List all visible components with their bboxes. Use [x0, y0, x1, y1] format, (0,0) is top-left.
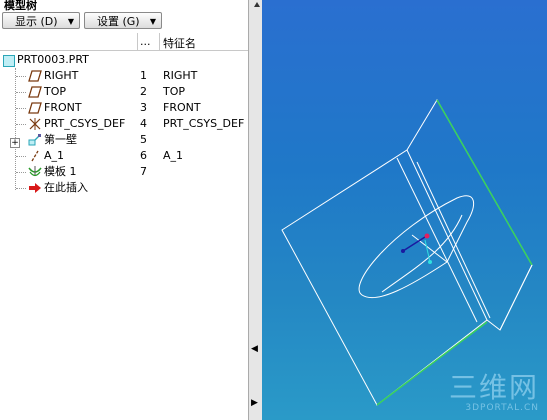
tree-item-label: 模板 1 [44, 165, 77, 178]
tree-item-label: 第一壁 [44, 133, 77, 146]
tree-item-number: 1 [140, 69, 147, 82]
graphics-viewport[interactable]: 三维网 3DPORTAL.CN [262, 0, 547, 420]
tree-item-insert-here[interactable]: 在此插入 [0, 180, 248, 196]
column-divider[interactable] [137, 33, 138, 50]
part-icon [3, 55, 15, 67]
tree-item-label: 在此插入 [44, 181, 88, 194]
tree-item-feature: FRONT [163, 101, 201, 114]
column-divider[interactable] [159, 33, 160, 50]
tree-item-label: A_1 [44, 149, 65, 162]
tree-item-feature: RIGHT [163, 69, 198, 82]
show-button-label: 显示 (D) [15, 15, 58, 28]
sheetmetal-model [281, 99, 533, 406]
tree-item-front[interactable]: FRONT 3 FRONT [0, 100, 248, 116]
tree-item-number: 4 [140, 117, 147, 130]
tree-item-a1[interactable]: A_1 6 A_1 [0, 148, 248, 164]
show-button[interactable]: 显示 (D) ▼ [2, 12, 80, 29]
model-tree-panel: 模型树 显示 (D) ▼ 设置 (G) ▼ ... 特征名 PRT0003.PR… [0, 0, 249, 420]
settings-button[interactable]: 设置 (G) ▼ [84, 12, 162, 29]
tree-item-feature: A_1 [163, 149, 184, 162]
insert-here-arrow-icon [29, 183, 41, 193]
tree-item-right[interactable]: RIGHT 1 RIGHT [0, 68, 248, 84]
panel-splitter[interactable] [248, 0, 263, 420]
tree-item-feature: TOP [163, 85, 186, 98]
column-dots[interactable]: ... [140, 35, 151, 48]
axis-icon [31, 150, 39, 162]
tree-item-first-wall[interactable]: 第一壁 5 [0, 132, 248, 148]
tree-item-number: 5 [140, 133, 147, 146]
watermark-text: 三维网 [448, 371, 539, 404]
tree-item-number: 6 [140, 149, 147, 162]
tree-item-label: FRONT [44, 101, 82, 114]
datum-plane-icon [28, 102, 42, 114]
csys-icon [29, 118, 41, 130]
datum-plane-icon [28, 70, 42, 82]
tree-item-top[interactable]: TOP 2 TOP [0, 84, 248, 100]
column-header: ... 特征名 [0, 33, 248, 51]
settings-button-label: 设置 (G) [97, 15, 140, 28]
tree-item-number: 3 [140, 101, 147, 114]
tree-item-label: RIGHT [44, 69, 79, 82]
chevron-down-icon: ▼ [149, 17, 156, 26]
tree-root[interactable]: PRT0003.PRT [17, 52, 89, 68]
collapse-right-icon[interactable]: ▶ [251, 398, 258, 408]
tree-item-csys[interactable]: PRT_CSYS_DEF 4 PRT_CSYS_DEF [0, 116, 248, 132]
tree-item-form[interactable]: 模板 1 7 [0, 164, 248, 180]
datum-plane-icon [28, 86, 42, 98]
tree-item-number: 7 [140, 165, 147, 178]
watermark: 三维网 3DPORTAL.CN [449, 366, 539, 413]
collapse-left-icon[interactable]: ◀ [251, 344, 258, 354]
column-feature-name[interactable]: 特征名 [163, 35, 196, 51]
form-icon [28, 166, 42, 177]
chevron-down-icon: ▼ [67, 17, 74, 26]
first-wall-icon [28, 134, 41, 146]
tree-item-label: TOP [44, 85, 67, 98]
tree-item-number: 2 [140, 85, 147, 98]
scroll-up-icon[interactable] [252, 0, 262, 10]
tree-item-label: PRT_CSYS_DEF [44, 117, 126, 130]
tree-item-feature: PRT_CSYS_DEF [163, 117, 245, 130]
